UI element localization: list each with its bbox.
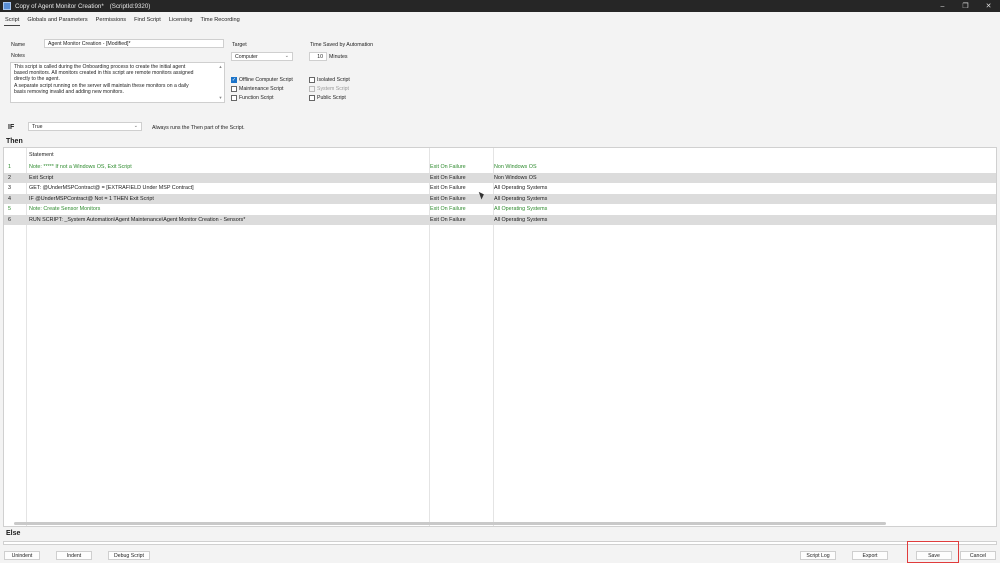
name-input[interactable]: Agent Monitor Creation - [Modified]* xyxy=(44,39,224,48)
statement-column-header: Statement xyxy=(29,152,54,158)
scroll-up-icon[interactable]: ▲ xyxy=(219,64,223,70)
tab-globals-and-parameters[interactable]: Globals and Parameters xyxy=(26,15,88,25)
time-saved-unit: Minutes xyxy=(329,54,348,60)
notes-line: A separate script running on the server … xyxy=(14,82,189,89)
minimize-icon[interactable]: – xyxy=(931,0,954,12)
window-title: Copy of Agent Monitor Creation* (ScriptId… xyxy=(15,2,151,10)
restore-icon[interactable]: ❐ xyxy=(954,0,977,12)
horizontal-scrollbar[interactable] xyxy=(14,522,886,525)
tab-permissions[interactable]: Permissions xyxy=(95,15,127,25)
debug-script-button[interactable]: Debug Script xyxy=(108,551,150,560)
scroll-down-icon[interactable]: ▼ xyxy=(219,95,223,101)
table-row[interactable]: 6 RUN SCRIPT: _System Automation\Agent M… xyxy=(4,214,996,225)
indent-button[interactable]: Indent xyxy=(56,551,92,560)
tab-find-script[interactable]: Find Script xyxy=(133,15,162,25)
table-row[interactable]: 3 GET: @UnderMSPContract@ = [EXTRAFIELD … xyxy=(4,183,996,193)
else-statement-grid[interactable] xyxy=(3,541,997,545)
if-condition-select[interactable]: True ⌄ xyxy=(28,122,142,131)
target-select[interactable]: Computer ⌄ xyxy=(231,52,293,61)
then-statement-grid[interactable]: Statement 1 Note: ***** If not a Windows… xyxy=(3,147,997,527)
notes-scrollbar[interactable]: ▲ ▼ xyxy=(218,64,223,101)
tab-time-recording[interactable]: Time Recording xyxy=(199,15,240,25)
else-label: Else xyxy=(6,530,21,537)
table-row[interactable]: 1 Note: ***** If not a Windows OS, Exit … xyxy=(4,162,996,172)
close-icon[interactable]: ✕ xyxy=(977,0,1000,12)
isolated-script-checkbox[interactable]: Isolated Script xyxy=(309,77,350,83)
chevron-down-icon: ⌄ xyxy=(284,53,289,59)
target-label: Target xyxy=(232,42,247,48)
system-script-checkbox: System Script xyxy=(309,86,349,92)
maintenance-script-checkbox[interactable]: Maintenance Script xyxy=(231,86,283,92)
time-saved-input[interactable]: 10 xyxy=(309,52,327,61)
app-icon xyxy=(3,2,11,10)
export-button[interactable]: Export xyxy=(852,551,888,560)
script-log-button[interactable]: Script Log xyxy=(800,551,836,560)
tab-licensing[interactable]: Licensing xyxy=(168,15,194,25)
cancel-button[interactable]: Cancel xyxy=(960,551,996,560)
offline-computer-script-checkbox[interactable]: ✓ Offline Computer Script xyxy=(231,77,293,83)
tab-script[interactable]: Script xyxy=(4,15,21,26)
check-icon: ✓ xyxy=(231,77,237,83)
time-saved-label: Time Saved by Automation xyxy=(310,42,374,48)
table-row[interactable]: 4 IF @UnderMSPContract@ Not = 1 THEN Exi… xyxy=(4,193,996,204)
grid-header: Statement xyxy=(4,148,996,162)
title-bar: Copy of Agent Monitor Creation* (ScriptId… xyxy=(0,0,1000,12)
notes-textarea[interactable]: This script is called during the Onboard… xyxy=(10,62,225,103)
chevron-down-icon: ⌄ xyxy=(133,123,138,129)
unindent-button[interactable]: Unindent xyxy=(4,551,40,560)
table-row[interactable]: 2 Exit Script Exit On Failure Non Window… xyxy=(4,172,996,183)
notes-line: basis removing invalid and adding new mo… xyxy=(14,88,124,95)
public-script-checkbox[interactable]: Public Script xyxy=(309,95,346,101)
notes-label: Notes xyxy=(11,53,25,59)
tab-bar: Script Globals and Parameters Permission… xyxy=(0,12,1000,28)
if-label: IF xyxy=(8,124,15,131)
if-hint: Always runs the Then part of the Script. xyxy=(152,125,245,131)
name-label: Name xyxy=(11,42,26,48)
function-script-checkbox[interactable]: Function Script xyxy=(231,95,274,101)
table-row[interactable]: 5 Note: Create Sensor Monitors Exit On F… xyxy=(4,204,996,214)
save-highlight-frame xyxy=(907,541,959,563)
then-label: Then xyxy=(6,138,23,145)
